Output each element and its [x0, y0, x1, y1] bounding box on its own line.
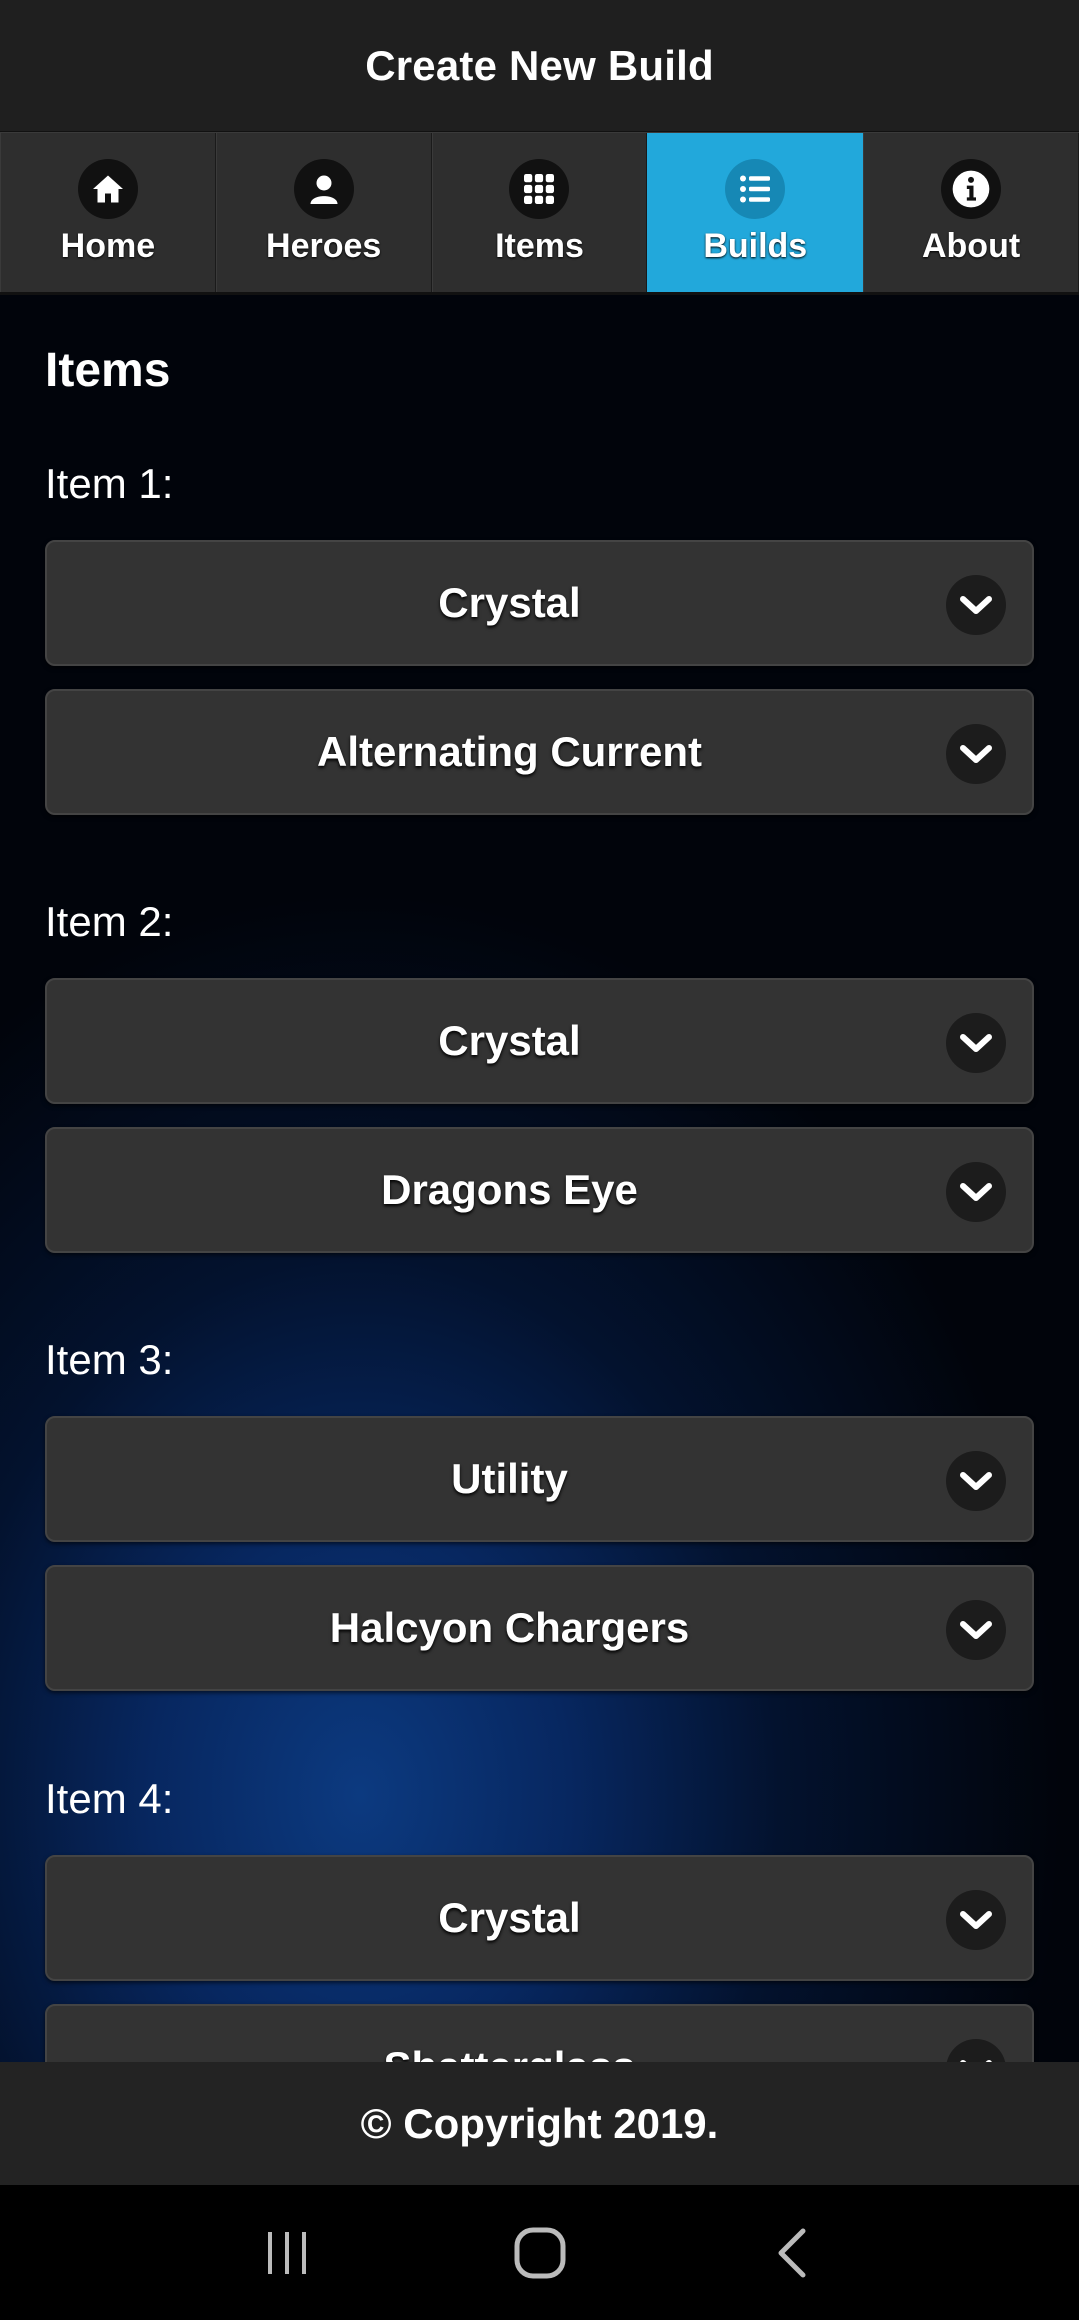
select-value: Crystal — [438, 1894, 581, 1941]
chevron-down-icon — [946, 2039, 1006, 2062]
app-header: Create New Build — [0, 0, 1079, 132]
item-3-item-select[interactable]: Halcyon Chargers — [45, 1565, 1034, 1691]
item-3-label: Item 3: — [45, 1336, 174, 1383]
item-1-category-select[interactable]: Crystal — [45, 540, 1034, 666]
select-value: Halcyon Chargers — [329, 1604, 690, 1651]
select-value: Crystal — [438, 1017, 581, 1064]
tab-items-label: Items — [495, 227, 584, 265]
select-value: Alternating Current — [316, 728, 702, 775]
tab-about[interactable]: About — [863, 133, 1079, 292]
select-value: Crystal — [438, 579, 581, 626]
tab-about-label: About — [921, 227, 1021, 265]
app-footer: © Copyright 2019. — [0, 2062, 1079, 2185]
item-4-item-select[interactable]: Shatterglass — [45, 2004, 1034, 2062]
section-title: Items — [45, 344, 171, 397]
select-value: Shatterglass — [383, 2043, 635, 2062]
chevron-down-icon — [946, 1451, 1006, 1511]
item-4-category-select[interactable]: Crystal — [45, 1855, 1034, 1981]
chevron-down-icon — [946, 1890, 1006, 1950]
home-circle-icon[interactable] — [500, 2213, 580, 2293]
tab-heroes[interactable]: Heroes — [215, 133, 432, 292]
user-icon — [293, 159, 354, 219]
nav-bar: Home Heroes Items Builds About — [0, 132, 1079, 295]
item-4-label: Item 4: — [45, 1775, 174, 1822]
tab-builds[interactable]: Builds — [647, 133, 864, 292]
item-2-item-select[interactable]: Dragons Eye — [45, 1127, 1034, 1253]
copyright-text: © Copyright 2019. — [360, 2099, 719, 2147]
home-icon — [77, 159, 138, 219]
main-content[interactable]: Items Item 1: Crystal Alternating Curren… — [0, 295, 1079, 2062]
select-value: Dragons Eye — [381, 1166, 638, 1213]
chevron-down-icon — [946, 724, 1006, 784]
system-navigation-bar — [0, 2185, 1079, 2320]
item-2-label: Item 2: — [45, 898, 174, 945]
item-1-label: Item 1: — [45, 460, 174, 507]
chevron-down-icon — [946, 575, 1006, 635]
tab-builds-label: Builds — [703, 227, 808, 265]
info-icon — [941, 159, 1002, 219]
tab-heroes-label: Heroes — [266, 227, 382, 265]
item-3-category-select[interactable]: Utility — [45, 1416, 1034, 1542]
select-value: Utility — [451, 1455, 568, 1502]
item-2-category-select[interactable]: Crystal — [45, 978, 1034, 1104]
tab-home-label: Home — [60, 227, 156, 265]
item-1-item-select[interactable]: Alternating Current — [45, 689, 1034, 815]
page-title: Create New Build — [365, 41, 714, 89]
tab-home[interactable]: Home — [0, 133, 216, 292]
back-icon[interactable] — [753, 2213, 833, 2293]
tab-items[interactable]: Items — [431, 133, 648, 292]
recent-apps-icon[interactable] — [247, 2213, 327, 2293]
chevron-down-icon — [946, 1013, 1006, 1073]
grid-icon — [509, 159, 570, 219]
chevron-down-icon — [946, 1162, 1006, 1222]
list-icon — [725, 159, 786, 219]
chevron-down-icon — [946, 1600, 1006, 1660]
